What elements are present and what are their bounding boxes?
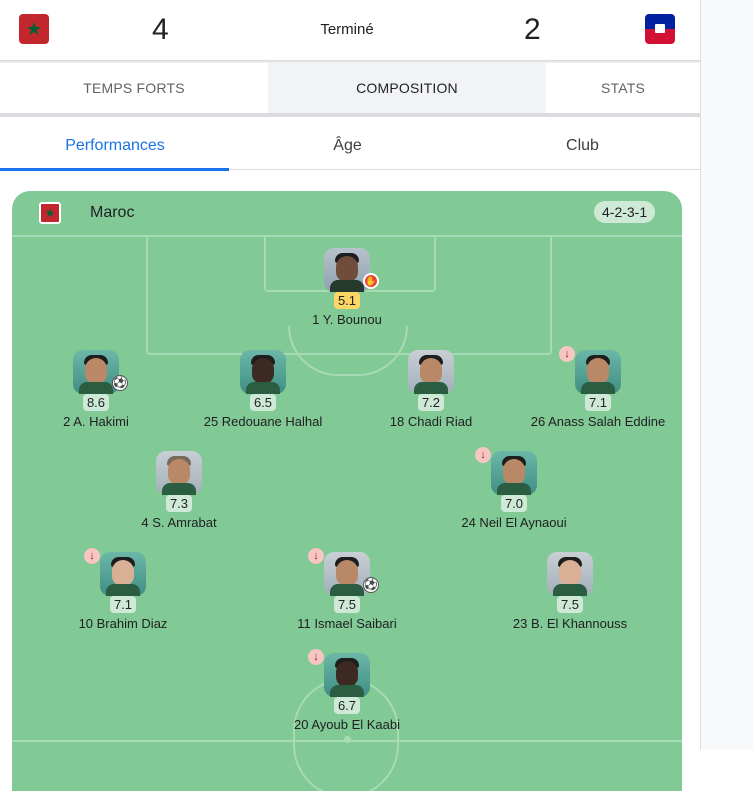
player-card[interactable]: ↓ ⚽ 7.5 11 Ismael Saibari: [252, 548, 442, 631]
player-card[interactable]: ↓ 7.1 26 Anass Salah Eddine: [503, 346, 682, 429]
player-rating: 7.1: [585, 394, 611, 411]
player-name: 25 Redouane Halhal: [203, 414, 323, 429]
player-rating: 7.1: [110, 596, 136, 613]
player-photo: [547, 552, 593, 596]
player-card[interactable]: 7.5 23 B. El Khannouss: [475, 552, 665, 631]
goalkeeper-glove-icon: ✋: [363, 273, 379, 289]
player-photo: ↓ ⚽: [308, 548, 379, 596]
player-card[interactable]: 6.5 25 Redouane Halhal: [168, 350, 358, 429]
player-name: 11 Ismael Saibari: [297, 616, 397, 631]
player-card[interactable]: ↓ 6.7 20 Ayoub El Kaabi: [252, 649, 442, 732]
player-card[interactable]: ⚽ 8.6 2 A. Hakimi: [12, 350, 191, 429]
substituted-out-icon: ↓: [84, 548, 100, 564]
player-photo: ↓: [475, 447, 537, 495]
player-photo: ↓: [84, 548, 146, 596]
formation-badge: 4-2-3-1: [594, 201, 656, 223]
main-tabs: TEMPS FORTS COMPOSITION STATS: [0, 63, 700, 113]
player-photo: [240, 350, 286, 394]
player-card[interactable]: ✋ 5.1 1 Y. Bounou: [252, 248, 442, 327]
player-rating: 6.7: [334, 697, 360, 714]
player-photo: ✋: [324, 248, 379, 292]
sub-tabs: Performances Âge Club: [0, 122, 700, 171]
player-card[interactable]: ↓ 7.0 24 Neil El Aynaoui: [419, 447, 609, 530]
player-name: 20 Ayoub El Kaabi: [293, 717, 400, 732]
player-rating: 7.5: [557, 596, 583, 613]
player-rating: 8.6: [83, 394, 109, 411]
goal-ball-icon: ⚽: [363, 577, 379, 593]
player-rating: 5.1: [334, 292, 360, 309]
team-header: ★ Maroc 4-2-3-1: [12, 191, 682, 235]
morocco-flag-icon: ★: [39, 202, 61, 224]
player-rating: 7.2: [418, 394, 444, 411]
player-name: 23 B. El Khannouss: [512, 616, 628, 631]
subtab-age[interactable]: Âge: [230, 122, 465, 170]
player-card[interactable]: ↓ 7.1 10 Brahim Diaz: [28, 548, 218, 631]
center-spot: [344, 736, 351, 743]
player-name: 1 Y. Bounou: [312, 312, 382, 327]
player-photo: ↓: [308, 649, 370, 697]
team-name: Maroc: [90, 204, 135, 221]
goal-ball-icon: ⚽: [112, 375, 128, 391]
player-rating: 7.0: [501, 495, 527, 512]
player-name: 2 A. Hakimi: [63, 414, 129, 429]
tab-temps-forts[interactable]: TEMPS FORTS: [0, 63, 268, 113]
lineup-pitch: ★ Maroc 4-2-3-1 ✋ 5.1 1 Y. Bounou ⚽ 8.6 …: [12, 191, 682, 791]
player-name: 18 Chadi Riad: [389, 414, 473, 429]
substituted-out-icon: ↓: [308, 649, 324, 665]
player-photo: ↓: [559, 346, 621, 394]
tab-composition[interactable]: COMPOSITION: [268, 63, 546, 113]
player-name: 4 S. Amrabat: [141, 515, 217, 530]
player-rating: 6.5: [250, 394, 276, 411]
player-card[interactable]: 7.2 18 Chadi Riad: [336, 350, 526, 429]
home-score: 4: [152, 13, 169, 46]
player-card[interactable]: 7.3 4 S. Amrabat: [84, 451, 274, 530]
player-photo: [408, 350, 454, 394]
away-score: 2: [524, 13, 541, 46]
match-status: Terminé: [320, 21, 374, 38]
player-name: 26 Anass Salah Eddine: [530, 414, 666, 429]
substituted-out-icon: ↓: [308, 548, 324, 564]
right-gutter: [700, 0, 753, 750]
morocco-flag-icon: ★: [19, 14, 49, 44]
player-photo: ⚽: [73, 350, 128, 394]
substituted-out-icon: ↓: [475, 447, 491, 463]
player-rating: 7.5: [334, 596, 360, 613]
tab-stats[interactable]: STATS: [546, 63, 700, 113]
player-photo: [156, 451, 202, 495]
player-name: 10 Brahim Diaz: [78, 616, 168, 631]
player-name: 24 Neil El Aynaoui: [461, 515, 567, 530]
score-header: ★ 4 Terminé 2: [0, 0, 700, 60]
subtab-performances[interactable]: Performances: [0, 122, 230, 171]
player-rating: 7.3: [166, 495, 192, 512]
substituted-out-icon: ↓: [559, 346, 575, 362]
haiti-flag-icon: [645, 14, 675, 44]
subtab-club[interactable]: Club: [465, 122, 700, 170]
tabs-divider: [0, 113, 700, 117]
